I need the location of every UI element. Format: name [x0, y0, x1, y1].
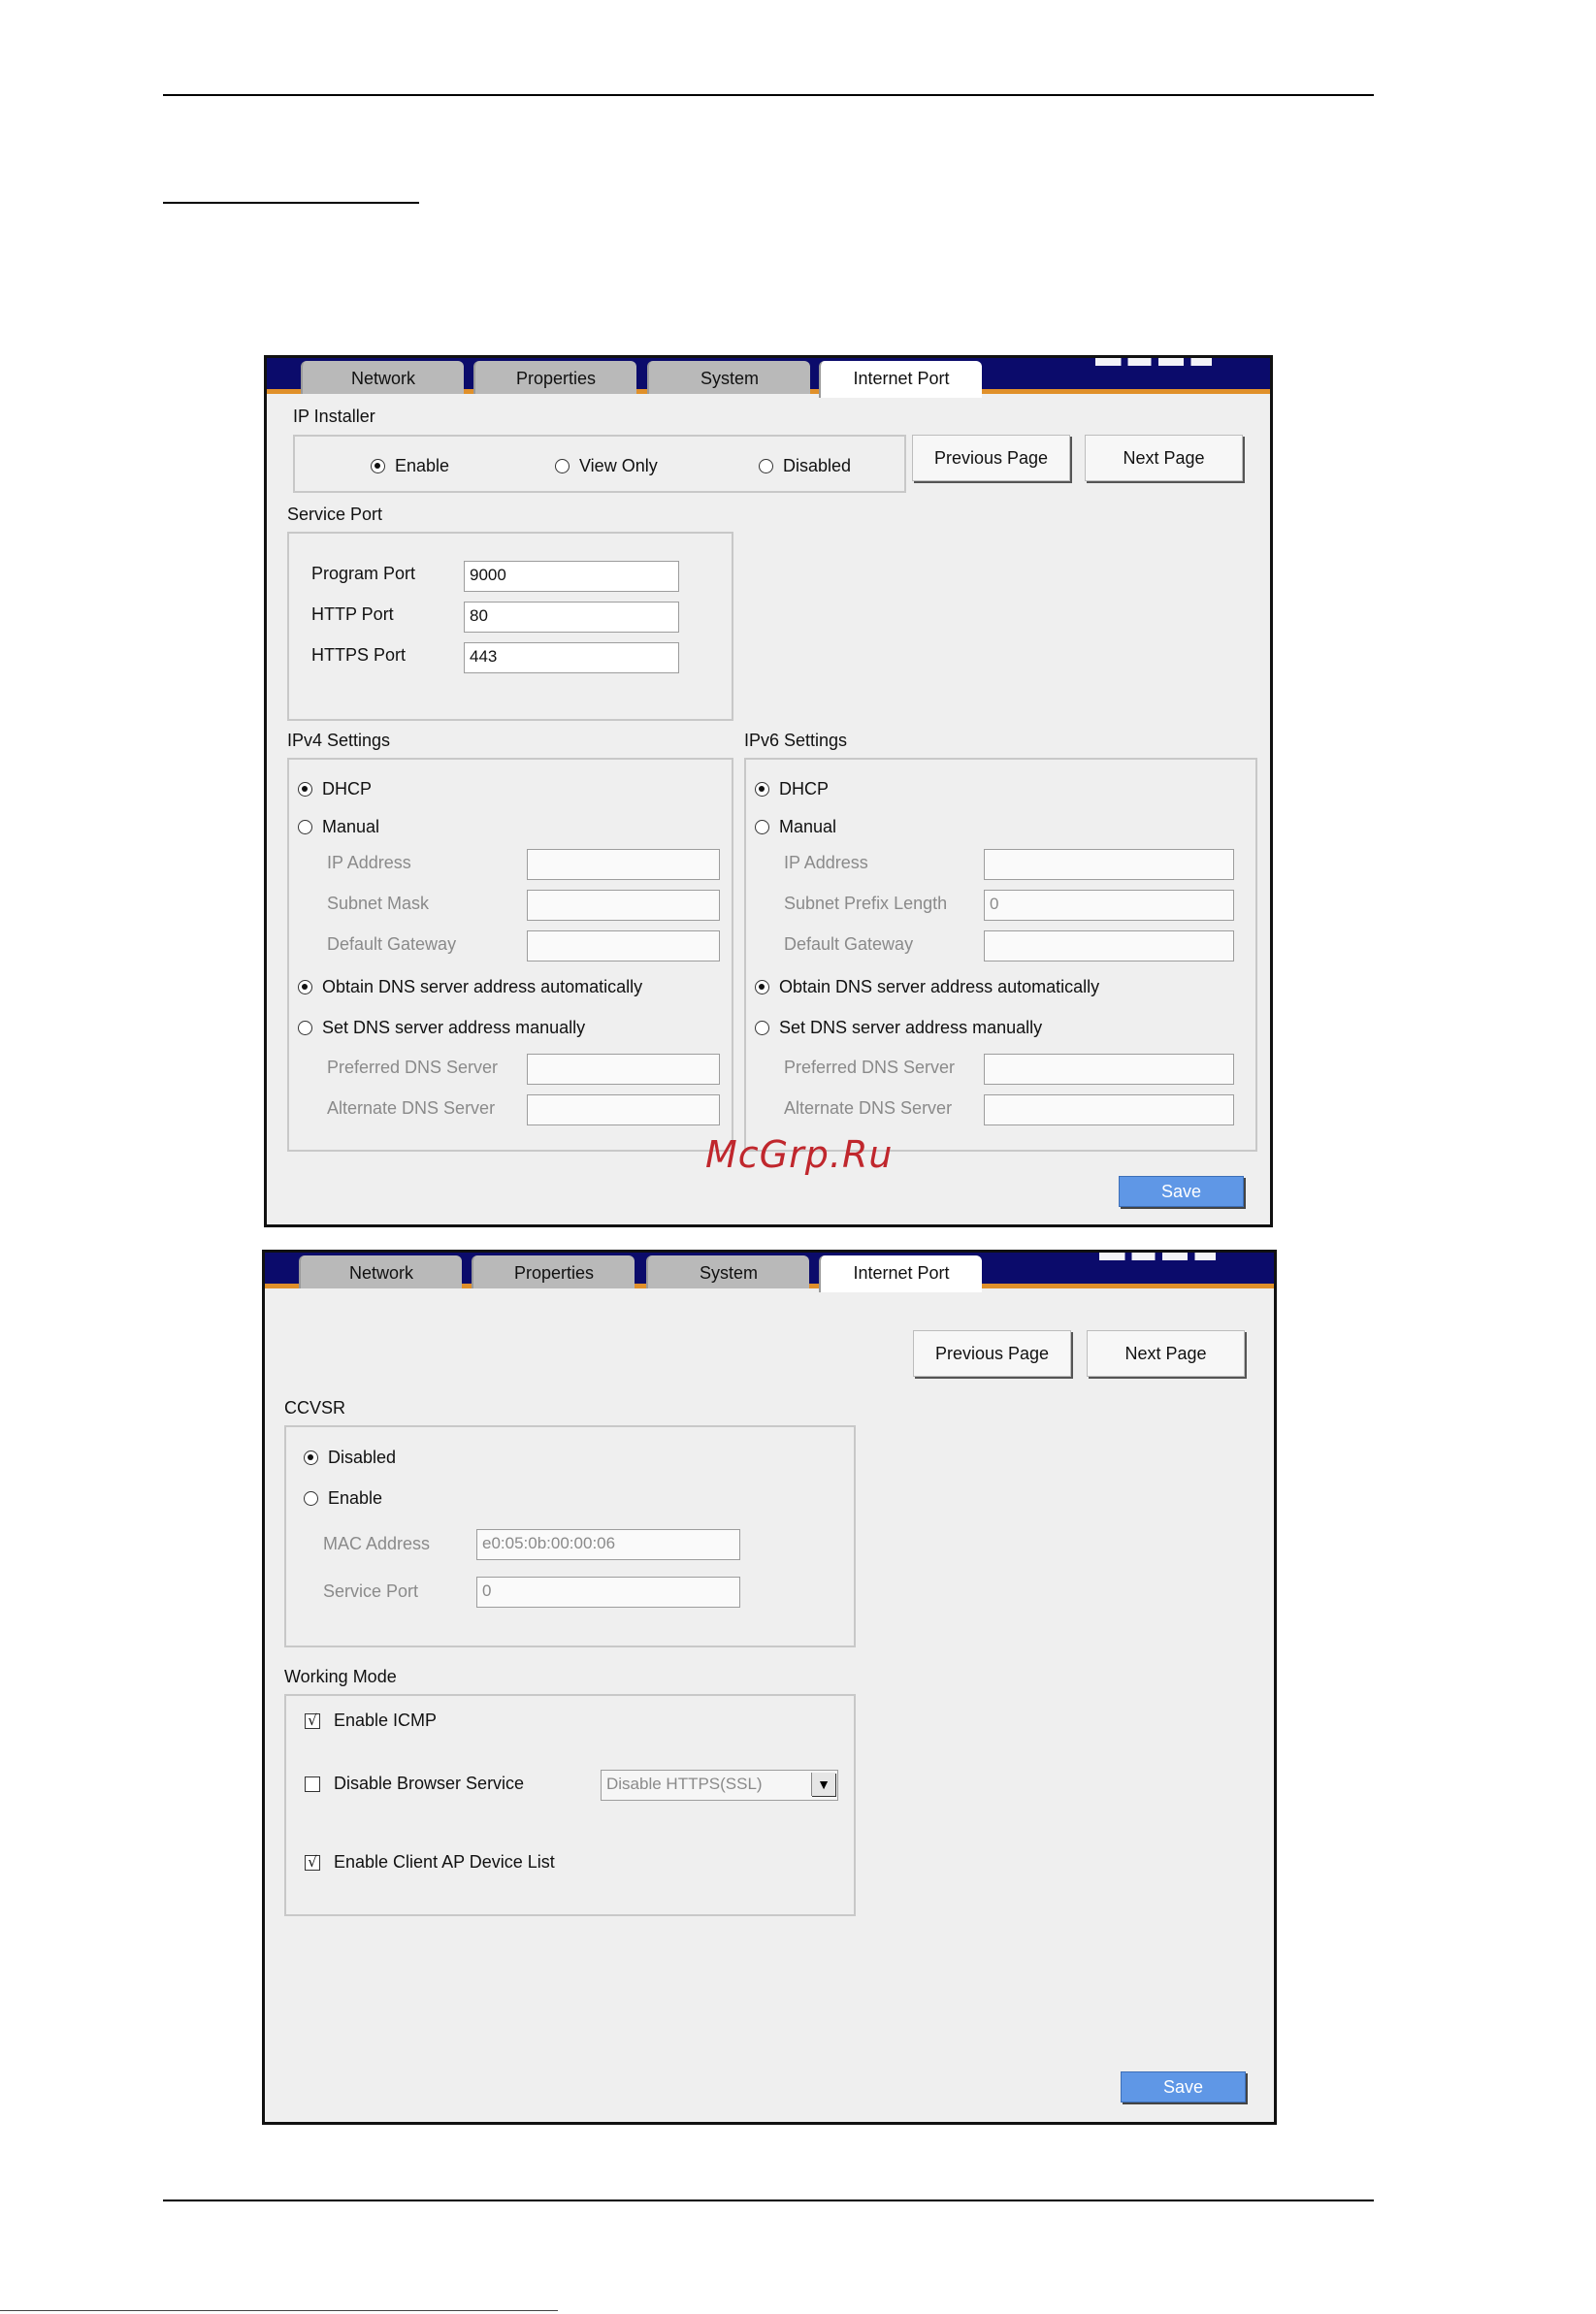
tab-properties[interactable]: Properties	[472, 1255, 635, 1288]
ipv6-settings-title: IPv6 Settings	[744, 731, 848, 750]
bottom-edge-rule	[0, 2310, 558, 2311]
previous-page-button[interactable]: Previous Page	[913, 1330, 1071, 1377]
ip-installer-view-only-radio[interactable]: View Only	[555, 456, 658, 476]
ipv6-dns-manual-radio[interactable]: Set DNS server address manually	[755, 1018, 1042, 1038]
ipv6-preferred-dns-label: Preferred DNS Server	[784, 1058, 956, 1077]
ip-installer-enable-radio[interactable]: Enable	[371, 456, 449, 476]
previous-page-button[interactable]: Previous Page	[912, 435, 1070, 481]
ipv6-settings-group: DHCP Manual IP Address Subnet Prefix Len…	[744, 758, 1257, 1152]
ipv4-dhcp-radio[interactable]: DHCP	[298, 779, 372, 799]
radio-checked-icon	[755, 782, 769, 797]
ipv6-default-gateway-label: Default Gateway	[784, 934, 914, 954]
ipv4-subnet-mask-label: Subnet Mask	[327, 894, 430, 913]
disable-browser-service-checkbox[interactable]: Disable Browser Service	[305, 1774, 524, 1794]
ipv4-ip-address-input[interactable]	[527, 849, 720, 880]
ipv4-ip-address-label: IP Address	[327, 853, 411, 872]
ccvsr-enable-radio[interactable]: Enable	[304, 1488, 382, 1509]
ipv4-preferred-dns-label: Preferred DNS Server	[327, 1058, 499, 1077]
tab-network[interactable]: Network	[299, 1255, 462, 1288]
radio-checked-icon	[304, 1450, 318, 1465]
save-button[interactable]: Save	[1121, 2071, 1246, 2102]
ip-installer-disabled-radio[interactable]: Disabled	[759, 456, 851, 476]
next-page-button[interactable]: Next Page	[1085, 435, 1243, 481]
header-rule	[163, 94, 1374, 96]
enable-client-ap-checkbox[interactable]: √ Enable Client AP Device List	[305, 1852, 555, 1873]
ipv6-manual-radio[interactable]: Manual	[755, 817, 836, 837]
footer-rule	[163, 2200, 1374, 2201]
https-port-label: HTTPS Port	[311, 645, 407, 665]
checkbox-checked-icon: √	[305, 1712, 320, 1729]
ccvsr-title: CCVSR	[284, 1398, 346, 1418]
ipv6-dns-auto-radio[interactable]: Obtain DNS server address automatically	[755, 977, 1099, 997]
working-mode-title: Working Mode	[284, 1667, 397, 1686]
ccvsr-service-port-label: Service Port	[323, 1581, 419, 1601]
radio-checked-icon	[298, 782, 312, 797]
ipv6-default-gateway-input[interactable]	[984, 930, 1234, 961]
settings-window-page-1: Network Properties System Internet Port …	[264, 355, 1273, 1227]
ipv6-ip-address-input[interactable]	[984, 849, 1234, 880]
ipv6-subnet-prefix-input[interactable]: 0	[984, 890, 1234, 921]
https-port-input[interactable]: 443	[464, 642, 679, 673]
radio-checked-icon	[755, 980, 769, 994]
ipv4-default-gateway-input[interactable]	[527, 930, 720, 961]
radio-unchecked-icon	[298, 820, 312, 834]
ipv6-preferred-dns-input[interactable]	[984, 1054, 1234, 1085]
ccvsr-service-port-input[interactable]: 0	[476, 1577, 740, 1608]
http-port-label: HTTP Port	[311, 604, 394, 624]
radio-checked-icon	[298, 980, 312, 994]
checkbox-unchecked-icon	[305, 1776, 320, 1792]
ipv6-subnet-prefix-label: Subnet Prefix Length	[784, 894, 948, 913]
service-port-title: Service Port	[287, 505, 383, 524]
ipv6-alternate-dns-input[interactable]	[984, 1094, 1234, 1125]
chevron-down-icon[interactable]: ▼	[811, 1773, 835, 1796]
tab-system[interactable]: System	[646, 1255, 809, 1288]
tab-internet-port[interactable]: Internet Port	[819, 1255, 982, 1292]
settings-window-page-2: Network Properties System Internet Port …	[262, 1250, 1277, 2125]
ipv6-dhcp-radio[interactable]: DHCP	[755, 779, 829, 799]
ip-installer-group: Enable View Only Disabled	[293, 435, 906, 493]
section-underline	[163, 202, 419, 204]
program-port-input[interactable]: 9000	[464, 561, 679, 592]
ccvsr-group: Disabled Enable MAC Address e0:05:0b:00:…	[284, 1425, 856, 1647]
ipv4-dns-auto-radio[interactable]: Obtain DNS server address automatically	[298, 977, 642, 997]
radio-unchecked-icon	[755, 1021, 769, 1035]
watermark: McGrp.Ru	[705, 1133, 894, 1176]
ccvsr-disabled-radio[interactable]: Disabled	[304, 1448, 396, 1468]
ipv4-alternate-dns-label: Alternate DNS Server	[327, 1098, 496, 1118]
http-port-input[interactable]: 80	[464, 602, 679, 633]
ipv4-subnet-mask-input[interactable]	[527, 890, 720, 921]
ipv6-alternate-dns-label: Alternate DNS Server	[784, 1098, 953, 1118]
radio-unchecked-icon	[304, 1491, 318, 1506]
ipv4-dns-manual-radio[interactable]: Set DNS server address manually	[298, 1018, 585, 1038]
browser-service-select[interactable]: Disable HTTPS(SSL) ▼	[601, 1770, 838, 1801]
radio-unchecked-icon	[555, 459, 570, 473]
radio-unchecked-icon	[298, 1021, 312, 1035]
next-page-button[interactable]: Next Page	[1087, 1330, 1245, 1377]
enable-icmp-checkbox[interactable]: √ Enable ICMP	[305, 1711, 437, 1731]
checkbox-checked-icon: √	[305, 1854, 320, 1871]
mac-address-input[interactable]: e0:05:0b:00:00:06	[476, 1529, 740, 1560]
ipv4-alternate-dns-input[interactable]	[527, 1094, 720, 1125]
working-mode-group: √ Enable ICMP Disable Browser Service Di…	[284, 1694, 856, 1916]
ipv4-preferred-dns-input[interactable]	[527, 1054, 720, 1085]
ipv4-settings-title: IPv4 Settings	[287, 731, 391, 750]
save-button[interactable]: Save	[1119, 1176, 1244, 1207]
brand-logo	[1099, 1253, 1216, 1260]
radio-unchecked-icon	[755, 820, 769, 834]
tab-network[interactable]: Network	[301, 361, 464, 394]
mac-address-label: MAC Address	[323, 1534, 431, 1553]
ip-installer-title: IP Installer	[293, 407, 375, 426]
tab-properties[interactable]: Properties	[473, 361, 636, 394]
service-port-group: Program Port 9000 HTTP Port 80 HTTPS Por…	[287, 532, 733, 721]
radio-unchecked-icon	[759, 459, 773, 473]
ipv6-ip-address-label: IP Address	[784, 853, 868, 872]
ipv4-default-gateway-label: Default Gateway	[327, 934, 457, 954]
tab-internet-port[interactable]: Internet Port	[819, 361, 982, 398]
radio-checked-icon	[371, 459, 385, 473]
ipv4-manual-radio[interactable]: Manual	[298, 817, 379, 837]
tab-system[interactable]: System	[647, 361, 810, 394]
program-port-label: Program Port	[311, 564, 416, 583]
brand-logo	[1095, 358, 1212, 366]
ipv4-settings-group: DHCP Manual IP Address Subnet Mask Defau…	[287, 758, 733, 1152]
